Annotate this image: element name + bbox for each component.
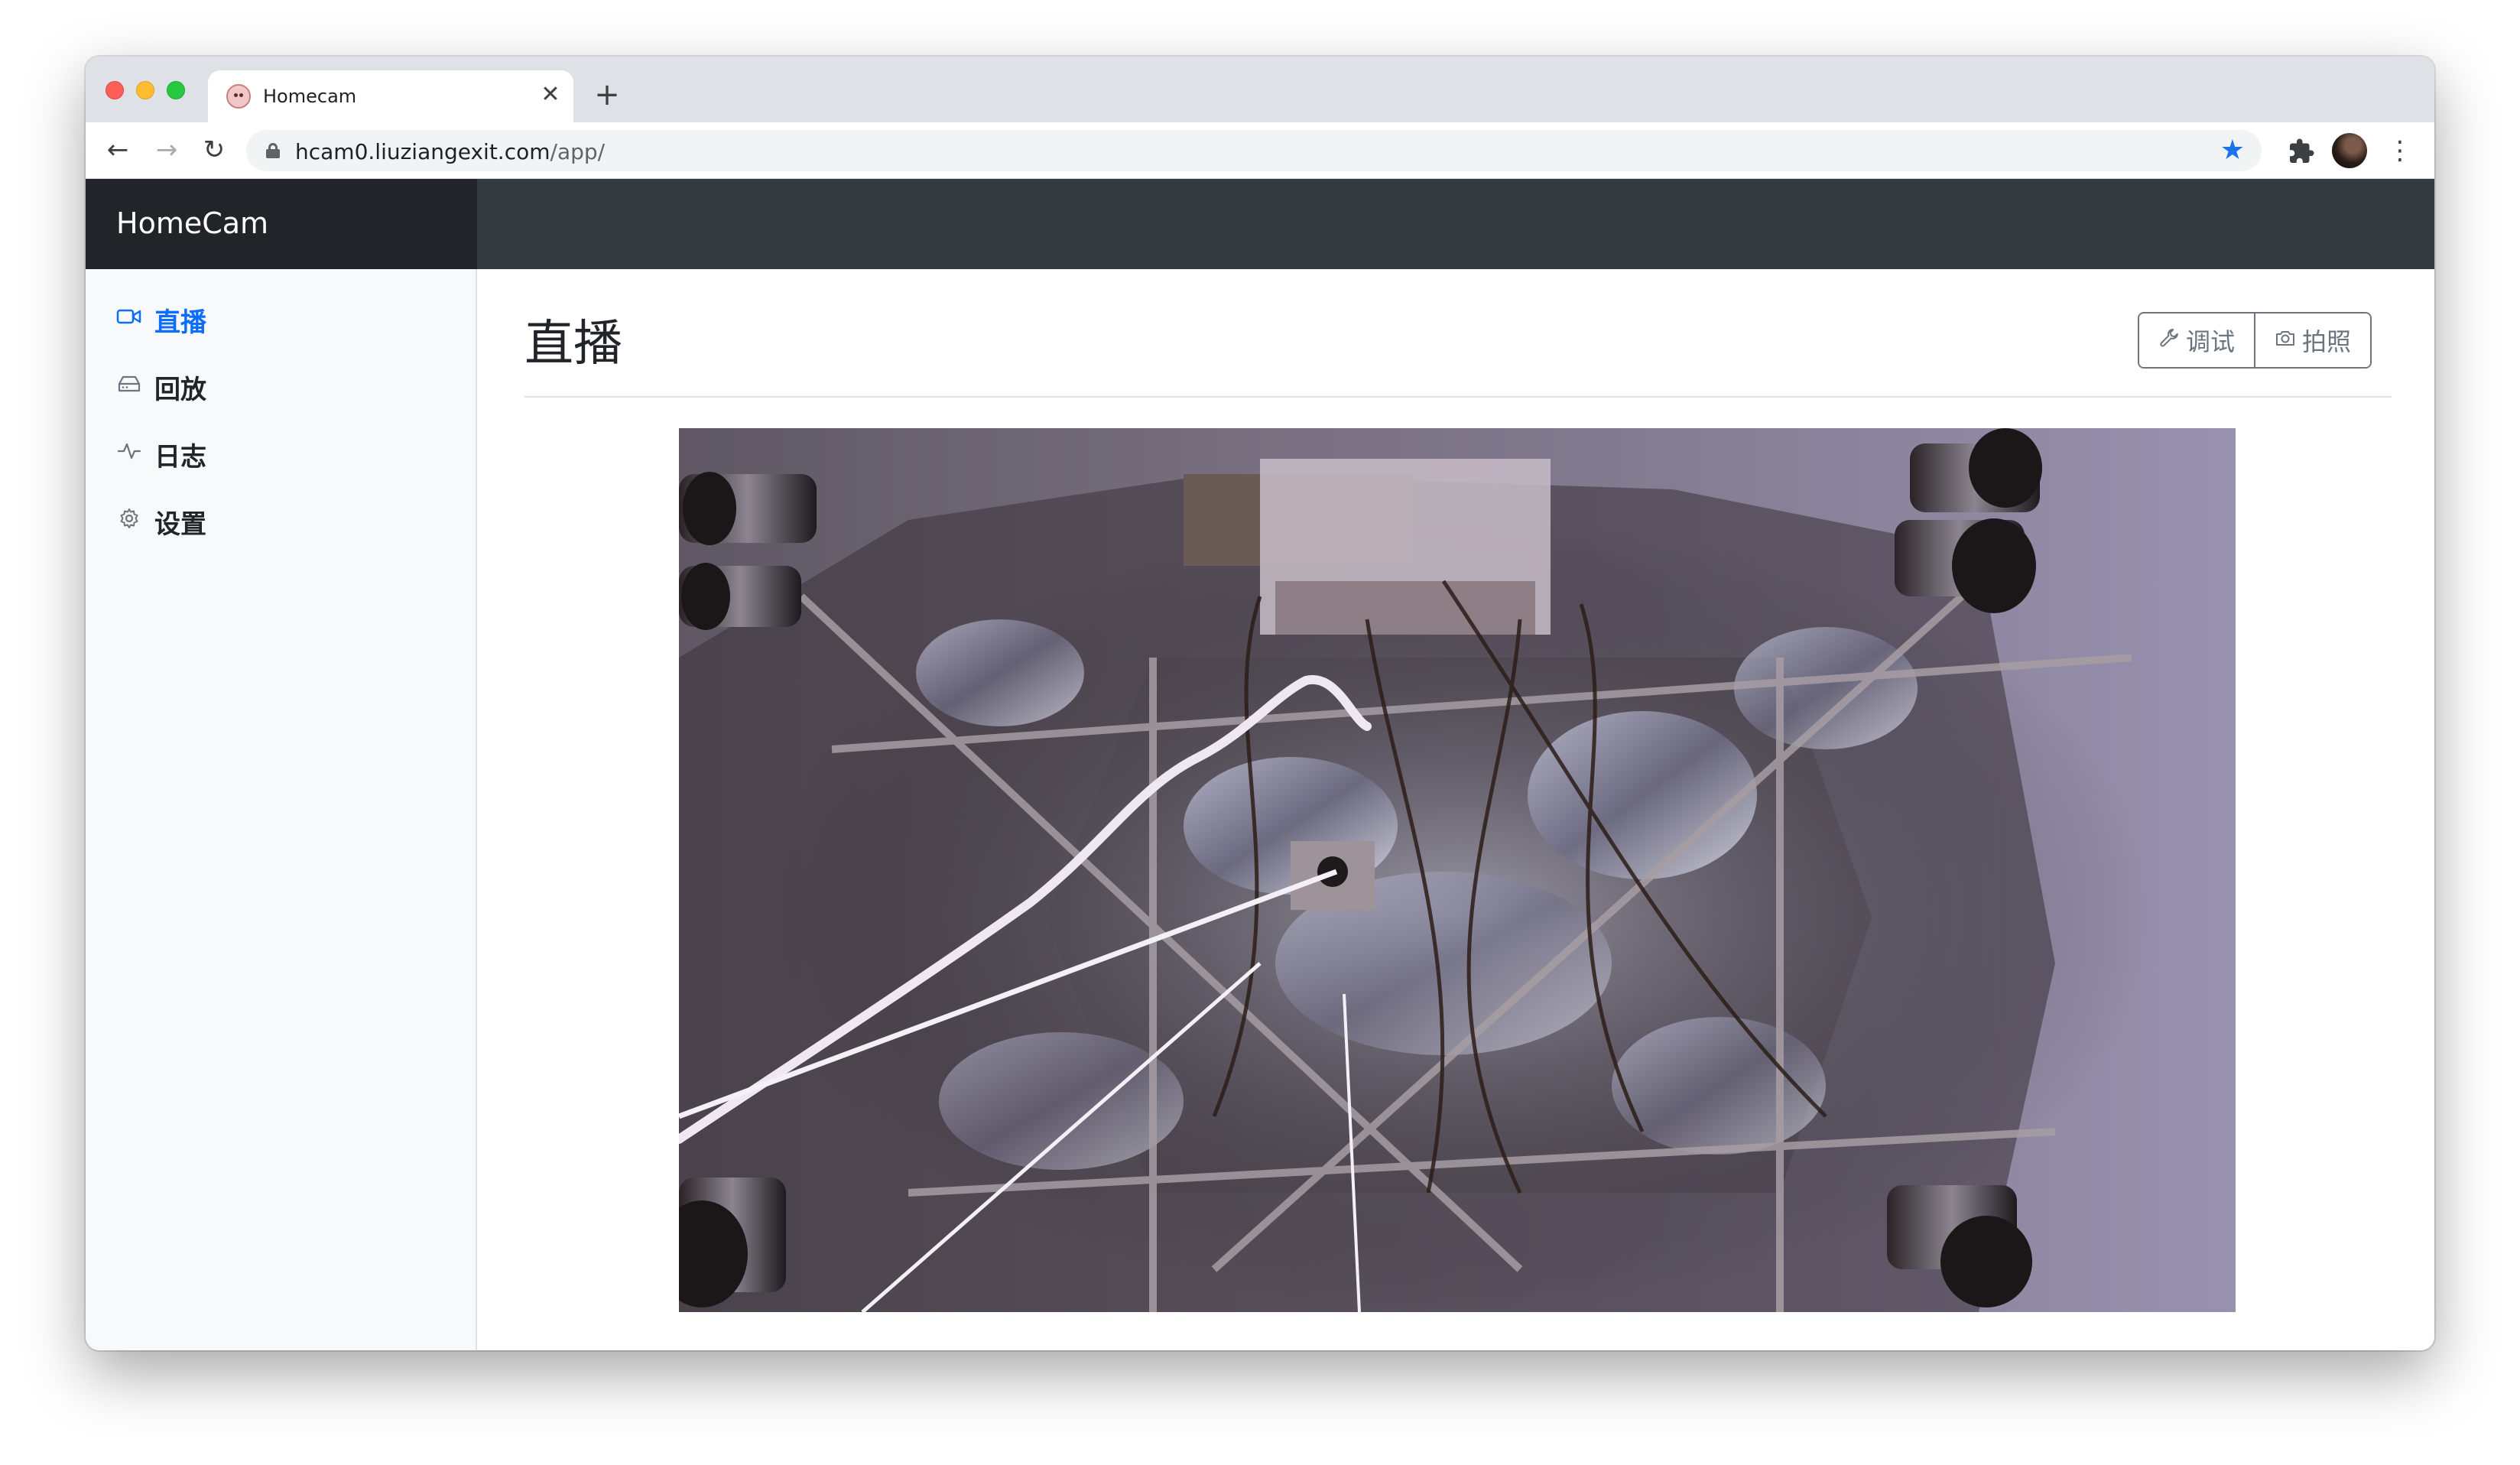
- back-button[interactable]: ←: [101, 133, 135, 167]
- sidebar-item-live[interactable]: 直播: [116, 295, 453, 338]
- live-video-feed[interactable]: [679, 428, 2236, 1312]
- browser-toolbar: ← → ↻ hcam0.liuziangexit.com/app/ ★ ⋮: [86, 122, 2434, 179]
- address-bar[interactable]: hcam0.liuziangexit.com/app/ ★: [246, 130, 2262, 171]
- video-camera-icon: [116, 306, 142, 327]
- bookmark-star-icon[interactable]: ★: [2220, 136, 2245, 165]
- sidebar-item-label: 回放: [154, 375, 206, 405]
- tab-title: Homecam: [263, 86, 357, 107]
- lock-icon[interactable]: [266, 143, 280, 158]
- tab-strip: Homecam ✕ +: [86, 57, 2434, 122]
- profile-avatar[interactable]: [2332, 133, 2367, 168]
- snapshot-button[interactable]: 拍照: [2255, 313, 2370, 367]
- sidebar-item-label: 设置: [154, 509, 206, 540]
- camera-icon: [2275, 326, 2296, 355]
- sidebar-item-settings[interactable]: 设置: [116, 497, 453, 540]
- app-navbar: HomeCam: [86, 179, 2434, 269]
- extensions-puzzle-icon[interactable]: [2288, 138, 2315, 165]
- action-button-group: 调试 拍照: [2138, 312, 2372, 369]
- pig-favicon-icon: [226, 84, 251, 109]
- header-divider: [524, 396, 2392, 398]
- live-video-frame: [679, 428, 2236, 1312]
- tab-homecam[interactable]: Homecam ✕: [208, 70, 573, 122]
- debug-button-label: 调试: [2185, 327, 2235, 356]
- sidebar-item-playback[interactable]: 回放: [116, 362, 453, 405]
- url-text[interactable]: hcam0.liuziangexit.com/app/: [295, 139, 605, 164]
- sidebar-item-logs[interactable]: 日志: [116, 430, 453, 473]
- brand-name[interactable]: HomeCam: [116, 206, 268, 240]
- close-window-button[interactable]: [106, 81, 124, 99]
- reload-button[interactable]: ↻: [197, 133, 231, 167]
- hard-drive-icon: [116, 373, 142, 395]
- browser-window: Homecam ✕ + ← → ↻ hcam0.liuziangexit.com…: [86, 57, 2434, 1350]
- tab-close-icon[interactable]: ✕: [538, 83, 563, 107]
- debug-button[interactable]: 调试: [2139, 313, 2255, 367]
- gear-icon: [116, 508, 142, 529]
- forward-button[interactable]: →: [150, 133, 183, 167]
- wrench-icon: [2158, 326, 2180, 355]
- snapshot-button-label: 拍照: [2301, 327, 2351, 356]
- zoom-window-button[interactable]: [167, 81, 185, 99]
- activity-icon: [116, 440, 142, 462]
- sidebar-item-label: 直播: [154, 307, 206, 338]
- main-content: 直播 调试 拍照: [477, 269, 2434, 1350]
- url-host: hcam0.liuziangexit.com: [295, 139, 550, 164]
- sidebar: 直播 回放 日志 设置: [86, 269, 477, 1350]
- page-title: 直播: [524, 316, 622, 372]
- url-path: /app/: [550, 139, 606, 164]
- brand-area: HomeCam: [86, 179, 477, 269]
- minimize-window-button[interactable]: [136, 81, 154, 99]
- new-tab-button[interactable]: +: [592, 80, 622, 110]
- browser-menu-icon[interactable]: ⋮: [2387, 136, 2413, 167]
- sidebar-item-label: 日志: [154, 442, 206, 473]
